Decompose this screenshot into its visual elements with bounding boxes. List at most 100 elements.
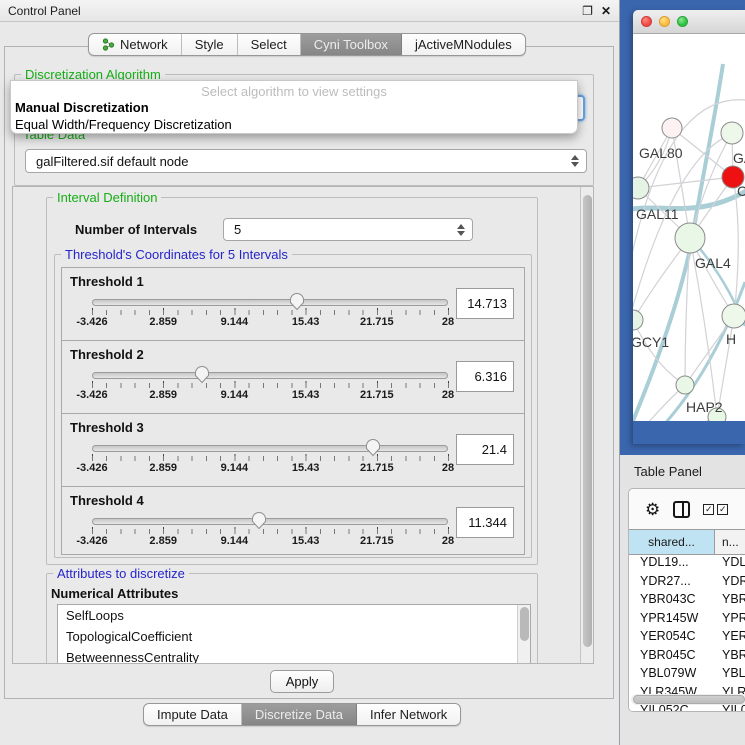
table-toolbar: ⚙ ✓ ✓ — [629, 489, 745, 529]
table-row[interactable]: YBR043C YBR0... — [629, 592, 745, 611]
node[interactable] — [721, 122, 743, 144]
tick-label: 2.859 — [149, 316, 177, 328]
cell[interactable]: YER0... — [715, 629, 745, 648]
threshold-slider[interactable]: -3.426 2.859 9.144 15.43 21.715 28 — [92, 487, 448, 560]
cell[interactable]: YDR2... — [715, 574, 745, 593]
node[interactable] — [675, 223, 705, 253]
table-row[interactable]: YDR27... YDR2... — [629, 574, 745, 593]
table-row[interactable]: YDL19... YDL1... — [629, 555, 745, 574]
number-of-intervals-combobox[interactable]: 5 — [223, 218, 473, 241]
threshold-value-field[interactable]: 11.344 — [456, 507, 514, 538]
scrollbar-thumb[interactable] — [583, 195, 592, 647]
network-window-titlebar — [633, 10, 745, 34]
checkbox-checked-icon[interactable]: ✓ — [703, 504, 714, 515]
tick-label: 9.144 — [221, 535, 249, 547]
attributes-group: Attributes to discretize Numerical Attri… — [46, 573, 538, 664]
scrollbar-thumb[interactable] — [633, 695, 745, 704]
slider-track[interactable] — [92, 445, 448, 452]
settings-scrollbar[interactable] — [580, 187, 593, 663]
close-window-icon[interactable]: ✕ — [601, 4, 611, 18]
numerical-attributes-list[interactable]: SelfLoops TopologicalCoefficient Between… — [57, 604, 531, 664]
column-header-name[interactable]: n... — [715, 530, 745, 554]
tab-select[interactable]: Select — [238, 34, 301, 55]
cell[interactable]: YBR045C — [629, 648, 715, 667]
list-item[interactable]: SelfLoops — [58, 605, 530, 626]
menu-item-equal-width-frequency[interactable]: Equal Width/Frequency Discretization — [15, 117, 232, 132]
tick-label: 28 — [442, 316, 454, 328]
menu-item-manual-discretization[interactable]: Manual Discretization — [15, 100, 149, 115]
table-row[interactable]: YBL079W YBL0... — [629, 666, 745, 685]
gear-icon[interactable]: ⚙ — [645, 501, 660, 518]
node[interactable] — [722, 304, 745, 328]
slider-track[interactable] — [92, 299, 448, 306]
node[interactable] — [676, 376, 694, 394]
cell[interactable]: YDL1... — [715, 555, 745, 574]
node[interactable] — [633, 310, 643, 330]
tick-label: 15.43 — [292, 535, 320, 547]
threshold-value-field[interactable]: 6.316 — [456, 361, 514, 392]
tick-label: 15.43 — [292, 462, 320, 474]
float-window-icon[interactable]: ❐ — [582, 4, 593, 18]
cell[interactable]: YDR27... — [629, 574, 715, 593]
table-row[interactable]: YPR145W YPR1... — [629, 611, 745, 630]
mac-minimize-button[interactable] — [659, 16, 670, 27]
list-item[interactable]: BetweennessCentrality — [58, 647, 530, 664]
threshold-slider[interactable]: -3.426 2.859 9.144 15.43 21.715 28 — [92, 414, 448, 486]
tick-label: 9.144 — [221, 389, 249, 401]
node-label: HAP2 — [686, 399, 723, 415]
slider-track[interactable] — [92, 518, 448, 525]
tab-cyni-toolbox[interactable]: Cyni Toolbox — [301, 34, 402, 55]
mac-close-button[interactable] — [641, 16, 652, 27]
cell[interactable]: YPR1... — [715, 611, 745, 630]
threshold-row: Threshold 2 -3.426 2.859 9.144 15.43 21.… — [62, 341, 524, 414]
slider-thumb[interactable] — [194, 365, 210, 384]
cell[interactable]: YDL19... — [629, 555, 715, 574]
control-panel: Control Panel ❐ ✕ Network Style Se — [0, 0, 620, 745]
mac-zoom-button[interactable] — [677, 16, 688, 27]
threshold-value-field[interactable]: 21.4 — [456, 434, 514, 465]
table-horizontal-scrollbar[interactable] — [631, 694, 745, 705]
threshold-value-field[interactable]: 14.713 — [456, 288, 514, 319]
threshold-rows: Threshold 1 -3.426 2.859 9.144 15.43 21.… — [61, 267, 525, 555]
table-row[interactable]: YBR045C YBR0... — [629, 648, 745, 667]
table-data-value: galFiltered.sif default node — [36, 154, 188, 169]
threshold-slider[interactable]: -3.426 2.859 9.144 15.43 21.715 28 — [92, 268, 448, 340]
threshold-row: Threshold 3 -3.426 2.859 9.144 15.43 21.… — [62, 414, 524, 487]
tab-impute-data-label: Impute Data — [157, 707, 228, 722]
list-item[interactable]: TopologicalCoefficient — [58, 626, 530, 647]
list-scrollbar[interactable] — [517, 605, 530, 664]
split-column-icon[interactable] — [673, 501, 690, 518]
slider-thumb[interactable] — [289, 292, 305, 311]
slider-thumb[interactable] — [251, 511, 267, 530]
tick-label: 15.43 — [292, 389, 320, 401]
cell[interactable]: YBL079W — [629, 666, 715, 685]
network-canvas[interactable]: GAL80 GA C GAL11 GAL4 GCY1 H HAP2 — [633, 34, 745, 421]
tab-style[interactable]: Style — [182, 34, 238, 55]
tick-label: 21.715 — [360, 462, 394, 474]
slider-thumb[interactable] — [365, 438, 381, 457]
checkbox-checked-icon[interactable]: ✓ — [717, 504, 728, 515]
threshold-row: Threshold 4 -3.426 2.859 9.144 15.43 21.… — [62, 487, 524, 560]
tab-infer-network[interactable]: Infer Network — [357, 704, 460, 725]
table-data-combobox[interactable]: galFiltered.sif default node — [25, 149, 587, 173]
cell[interactable]: YBL0... — [715, 666, 745, 685]
node[interactable] — [662, 118, 682, 138]
cell[interactable]: YBR0... — [715, 592, 745, 611]
cell[interactable]: YBR0... — [715, 648, 745, 667]
tab-impute-data[interactable]: Impute Data — [144, 704, 242, 725]
tick-label: 9.144 — [221, 462, 249, 474]
threshold-slider[interactable]: -3.426 2.859 9.144 15.43 21.715 28 — [92, 341, 448, 413]
slider-track[interactable] — [92, 372, 448, 379]
tab-jactivemnodules[interactable]: jActiveMNodules — [402, 34, 525, 55]
tick-label: 21.715 — [360, 389, 394, 401]
cell[interactable]: YPR145W — [629, 611, 715, 630]
table-row[interactable]: YER054C YER0... — [629, 629, 745, 648]
node-label: GA — [733, 150, 745, 166]
cell[interactable]: YBR043C — [629, 592, 715, 611]
apply-button[interactable]: Apply — [270, 670, 334, 693]
column-header-shared[interactable]: shared... — [629, 530, 715, 554]
tab-discretize-data[interactable]: Discretize Data — [242, 704, 357, 725]
slider-minor-ticks — [92, 529, 449, 534]
tab-network[interactable]: Network — [89, 34, 182, 55]
cell[interactable]: YER054C — [629, 629, 715, 648]
